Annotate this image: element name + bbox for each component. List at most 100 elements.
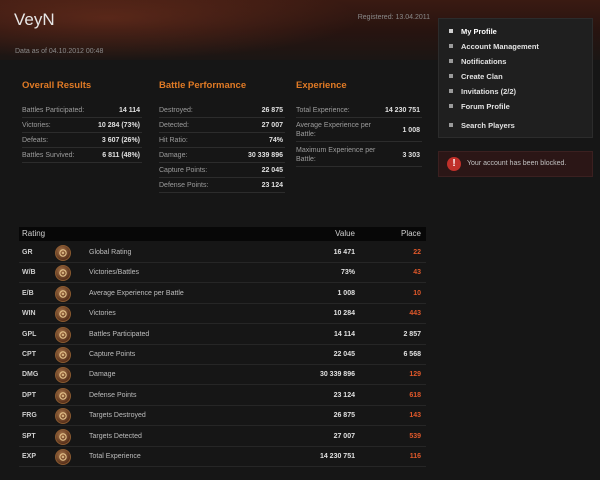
menu-item-label: Forum Profile xyxy=(461,102,510,111)
rating-name: Battles Participated xyxy=(89,330,150,338)
stat-row: Maximum Experience per Battle: 3 303 xyxy=(296,145,422,167)
stat-label: Total Experience: xyxy=(296,107,350,114)
stat-label: Battles Participated: xyxy=(22,107,85,114)
rating-row: GR Global Rating 16 471 22 xyxy=(19,242,426,263)
stat-value: 22 045 xyxy=(261,167,283,174)
damage-icon xyxy=(55,367,71,384)
stat-row: Defense Points: 23 124 xyxy=(159,179,285,193)
stat-label: Defense Points: xyxy=(159,182,209,189)
bullet-icon xyxy=(449,104,453,108)
rating-name: Global Rating xyxy=(89,249,132,256)
stat-label: Hit Ratio: xyxy=(159,137,188,144)
rating-row: W/B Victories/Battles 73% 43 xyxy=(19,262,426,284)
rating-name: Victories xyxy=(89,310,116,318)
rating-value: 73% xyxy=(340,269,355,277)
stat-value: 30 339 896 xyxy=(247,152,283,159)
menu-item-label: Account Management xyxy=(461,42,539,51)
defense-icon xyxy=(55,387,71,404)
menu-item-label: My Profile xyxy=(461,27,497,36)
battles-icon xyxy=(55,326,71,343)
username: VeyN xyxy=(14,10,55,29)
stat-label: Capture Points: xyxy=(159,167,208,174)
alert-text: Your account has been blocked. xyxy=(467,160,567,167)
menu-item-search-players[interactable]: Search Players xyxy=(449,121,515,130)
stat-row: Victories: 10 284 (73%) xyxy=(22,119,142,133)
rating-name: Defense Points xyxy=(89,391,137,399)
menu-item-create-clan[interactable]: Create Clan xyxy=(449,72,503,81)
rating-abbr: GR xyxy=(22,249,33,256)
rating-abbr: GPL xyxy=(22,330,37,338)
rating-value: 1 008 xyxy=(337,289,355,297)
rating-abbr: WIN xyxy=(22,310,36,318)
rating-row: SPT Targets Detected 27 007 539 xyxy=(19,426,426,447)
menu-item-label: Create Clan xyxy=(461,72,503,81)
rating-value: 14 230 751 xyxy=(319,453,355,460)
bullet-icon xyxy=(449,29,453,33)
battle-performance-title: Battle Performance xyxy=(159,80,247,91)
stat-label: Victories: xyxy=(22,122,51,129)
rating-name: Capture Points xyxy=(89,351,136,358)
rating-name: Damage xyxy=(89,371,116,379)
stat-value: 27 007 xyxy=(261,122,283,129)
rating-value: 22 045 xyxy=(333,351,355,358)
stat-value: 6 811 (48%) xyxy=(102,152,140,159)
rating-row: EXP Total Experience 14 230 751 116 xyxy=(19,446,426,467)
menu-item-my-profile[interactable]: My Profile xyxy=(441,23,592,38)
rating-row: WIN Victories 10 284 443 xyxy=(19,303,426,325)
bullet-icon xyxy=(449,44,453,48)
rating-row: DMG Damage 30 339 896 129 xyxy=(19,364,426,386)
rating-place: 43 xyxy=(413,269,421,277)
rating-place: 116 xyxy=(409,453,421,460)
stat-label: Average Experience per Battle: xyxy=(296,122,371,138)
rating-place: 443 xyxy=(409,310,421,318)
stat-label: Defeats: xyxy=(22,137,49,144)
rating-place: 6 568 xyxy=(403,351,421,358)
rating-row: E/B Average Experience per Battle 1 008 10 xyxy=(19,283,426,304)
rating-abbr: DPT xyxy=(22,391,36,399)
data-timestamp: Data as of 04.10.2012 00:48 xyxy=(15,48,104,55)
rating-place: 143 xyxy=(409,412,421,420)
rating-name: Targets Destroyed xyxy=(89,412,146,420)
stat-value: 74% xyxy=(268,137,283,144)
rating-row: CPT Capture Points 22 045 6 568 xyxy=(19,344,426,365)
stat-label: Detected: xyxy=(159,122,189,129)
stat-row: Average Experience per Battle: 1 008 xyxy=(296,120,422,142)
rating-abbr: DMG xyxy=(22,371,39,379)
global-rating-icon xyxy=(55,245,71,261)
menu-item-forum-profile[interactable]: Forum Profile xyxy=(449,102,510,111)
capture-icon xyxy=(55,347,71,363)
account-blocked-alert: ! Your account has been blocked. xyxy=(438,151,593,177)
col-rating: Rating xyxy=(22,229,46,238)
rating-value: 23 124 xyxy=(333,391,355,399)
stat-row: Total Experience: 14 230 751 xyxy=(296,104,422,118)
rating-row: DPT Defense Points 23 124 618 xyxy=(19,385,426,406)
rating-place: 10 xyxy=(413,289,421,297)
col-value: Value xyxy=(335,229,355,238)
victories-ratio-icon xyxy=(55,265,71,282)
menu-item-invitations[interactable]: Invitations (2/2) xyxy=(449,87,517,96)
menu-item-label: Notifications xyxy=(461,57,507,66)
menu-item-account-management[interactable]: Account Management xyxy=(449,42,539,51)
rating-abbr: E/B xyxy=(22,289,34,297)
rating-row: GPL Battles Participated 14 114 2 857 xyxy=(19,324,426,345)
stat-label: Battles Survived: xyxy=(22,152,75,159)
bullet-icon xyxy=(449,89,453,93)
stat-value: 3 303 xyxy=(402,152,420,159)
targets-destroyed-icon xyxy=(55,408,71,425)
rating-abbr: W/B xyxy=(22,269,36,277)
rating-abbr: CPT xyxy=(22,351,36,358)
bullet-icon xyxy=(449,123,453,127)
col-place: Place xyxy=(400,229,421,238)
rating-name: Total Experience xyxy=(89,453,141,460)
profile-menu: My Profile Account Management Notificati… xyxy=(438,18,593,138)
stat-row: Capture Points: 22 045 xyxy=(159,164,285,178)
rating-place: 539 xyxy=(409,432,421,440)
overall-results-title: Overall Results xyxy=(22,80,92,91)
stat-label: Damage: xyxy=(159,152,188,159)
rating-place: 129 xyxy=(409,371,421,379)
victories-icon xyxy=(55,306,71,323)
avg-experience-icon xyxy=(55,285,71,302)
menu-item-label: Invitations (2/2) xyxy=(461,87,517,96)
menu-item-notifications[interactable]: Notifications xyxy=(449,57,507,66)
stat-value: 14 230 751 xyxy=(384,107,420,114)
